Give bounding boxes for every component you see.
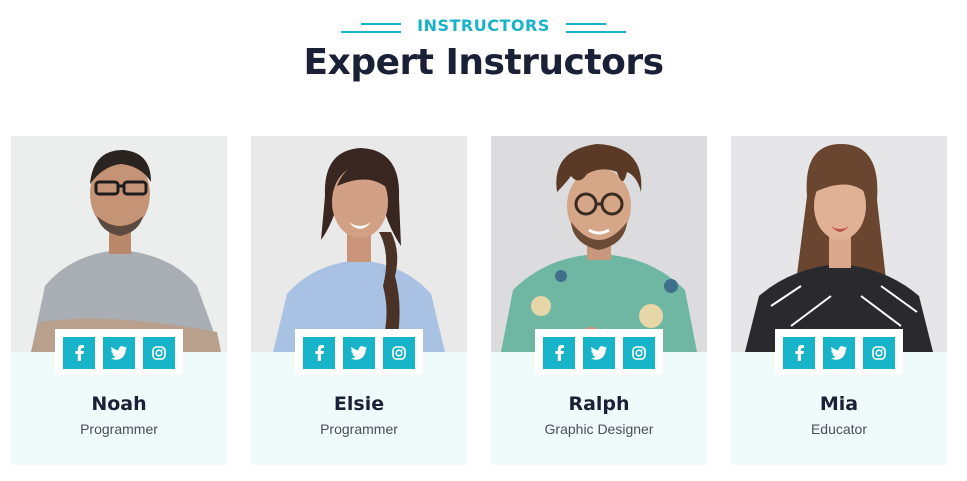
section-eyebrow: INSTRUCTORS xyxy=(0,13,967,37)
instructor-name: Mia xyxy=(819,393,859,415)
instructor-role: Programmer xyxy=(80,421,158,437)
facebook-icon[interactable] xyxy=(303,337,335,369)
section-title: Expert Instructors xyxy=(303,42,665,83)
social-links xyxy=(295,329,423,375)
instagram-icon[interactable] xyxy=(623,337,655,369)
instructor-card-ralph: Ralph Graphic Designer xyxy=(491,136,707,465)
instructor-role: Programmer xyxy=(320,421,398,437)
instructor-role: Graphic Designer xyxy=(544,421,654,437)
twitter-icon[interactable] xyxy=(343,337,375,369)
eyebrow-text: INSTRUCTORS xyxy=(417,15,550,35)
social-links xyxy=(775,329,903,375)
instructor-photo xyxy=(731,136,947,352)
instructor-photo xyxy=(251,136,467,352)
instructor-photo xyxy=(11,136,227,352)
social-links xyxy=(55,329,183,375)
social-links xyxy=(535,329,663,375)
instagram-icon[interactable] xyxy=(383,337,415,369)
instagram-icon[interactable] xyxy=(863,337,895,369)
instructor-name: Noah xyxy=(91,393,147,415)
eyebrow-left-lines xyxy=(341,18,402,33)
instructor-photo xyxy=(491,136,707,352)
instructor-name: Ralph xyxy=(568,393,630,415)
instructor-role: Educator xyxy=(810,421,868,437)
twitter-icon[interactable] xyxy=(823,337,855,369)
instructor-cards: Noah Programmer Elsie Programmer Ralph G… xyxy=(11,136,947,465)
instructor-card-noah: Noah Programmer xyxy=(11,136,227,465)
instructor-card-elsie: Elsie Programmer xyxy=(251,136,467,465)
facebook-icon[interactable] xyxy=(783,337,815,369)
facebook-icon[interactable] xyxy=(543,337,575,369)
instagram-icon[interactable] xyxy=(143,337,175,369)
instructor-card-mia: Mia Educator xyxy=(731,136,947,465)
twitter-icon[interactable] xyxy=(103,337,135,369)
eyebrow-right-lines xyxy=(565,18,626,33)
twitter-icon[interactable] xyxy=(583,337,615,369)
instructor-name: Elsie xyxy=(333,393,385,415)
facebook-icon[interactable] xyxy=(63,337,95,369)
